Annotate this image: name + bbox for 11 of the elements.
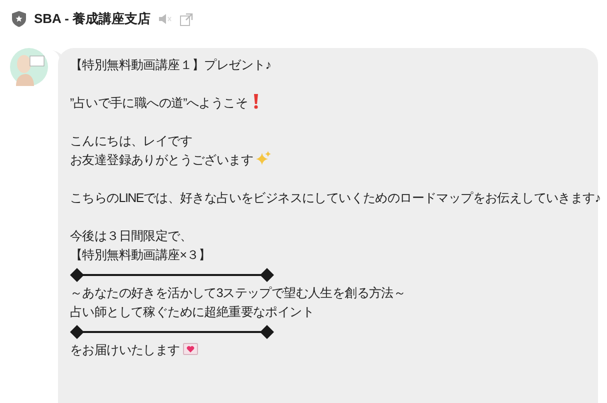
message-text: ～あなたの好きを活かして3ステップで望む人生を創る方法～ [70, 286, 406, 300]
message-text: こちらのLINEでは、好きな占いをビジネスにしていくためのロードマップをお伝えしていきます♪ [70, 191, 600, 205]
message-text: 今後は３日間限定で、 [70, 229, 192, 243]
message-text: お友達登録ありがとうございます [70, 153, 254, 167]
message-text: こんにちは、レイです [70, 134, 192, 148]
message-text: 【特別無料動画講座１】プレゼント♪ [70, 58, 271, 72]
chat-title: SBA - 養成講座支店 [34, 10, 151, 28]
message-text: 【特別無料動画講座×３】 [70, 248, 211, 262]
message-text: 占い師として稼ぐために超絶重要なポイント [70, 305, 314, 319]
message-text: をお届けいたします [70, 343, 180, 357]
message-text: ”占いで手に職への道”へようこそ [70, 96, 248, 110]
